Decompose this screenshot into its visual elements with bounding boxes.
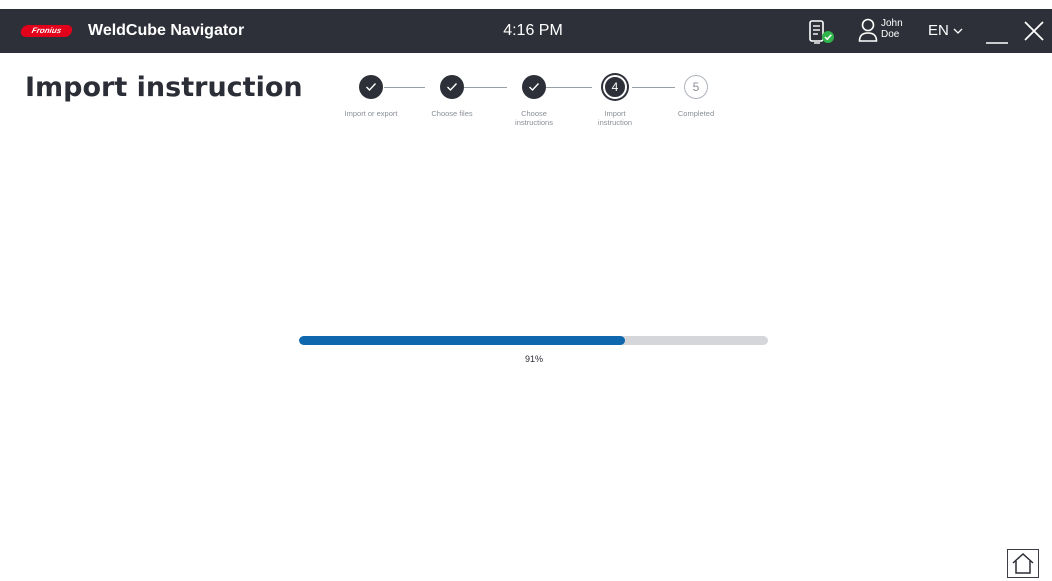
step-4-indicator: 4 <box>603 75 627 99</box>
step-5-indicator: 5 <box>684 75 708 99</box>
home-button[interactable] <box>1007 549 1039 578</box>
step-2-indicator <box>440 75 464 99</box>
user-first-name: John <box>881 18 903 29</box>
step-3-label: Choose instructions <box>515 109 553 127</box>
page-title: Import instruction <box>25 72 303 103</box>
language-selector[interactable]: EN <box>928 20 963 42</box>
minimize-icon <box>986 42 1008 44</box>
chevron-down-icon <box>953 20 963 42</box>
progress-stepper: 4 5 Import or export Choose files Choose… <box>330 73 750 133</box>
step-connector <box>384 87 425 88</box>
progress-percent: 91% <box>524 354 543 364</box>
minimize-button[interactable] <box>984 17 1010 45</box>
user-menu-button[interactable]: John Doe <box>858 15 914 47</box>
progress-fill <box>299 336 625 345</box>
device-status-button[interactable] <box>808 19 838 45</box>
step-5-label: Completed <box>677 109 715 118</box>
clock: 4:16 PM <box>503 22 563 39</box>
step-2-label: Choose files <box>431 109 473 118</box>
step-connector <box>546 87 592 88</box>
step-5-number: 5 <box>692 80 700 94</box>
close-icon <box>1024 21 1044 41</box>
step-4-label: Import instruction <box>597 109 633 127</box>
checkmark-icon <box>529 83 540 92</box>
step-1-indicator <box>359 75 383 99</box>
checkmark-icon <box>366 83 377 92</box>
language-label: EN <box>928 22 949 39</box>
step-1-label: Import or export <box>344 109 398 118</box>
step-3-indicator <box>522 75 546 99</box>
fronius-logo: Fronius <box>19 25 74 37</box>
device-status-icon <box>809 20 834 44</box>
user-icon <box>858 18 878 42</box>
app-title: WeldCube Navigator <box>88 22 245 39</box>
step-4-number: 4 <box>611 80 619 94</box>
step-connector <box>464 87 507 88</box>
close-button[interactable] <box>1020 17 1048 45</box>
app-header: Fronius WeldCube Navigator 4:16 PM John … <box>0 9 1052 53</box>
import-progress-bar <box>299 336 768 345</box>
home-icon <box>1012 552 1034 574</box>
user-name: John Doe <box>881 18 903 40</box>
user-last-name: Doe <box>881 29 900 40</box>
checkmark-icon <box>447 83 458 92</box>
step-connector <box>632 87 675 88</box>
